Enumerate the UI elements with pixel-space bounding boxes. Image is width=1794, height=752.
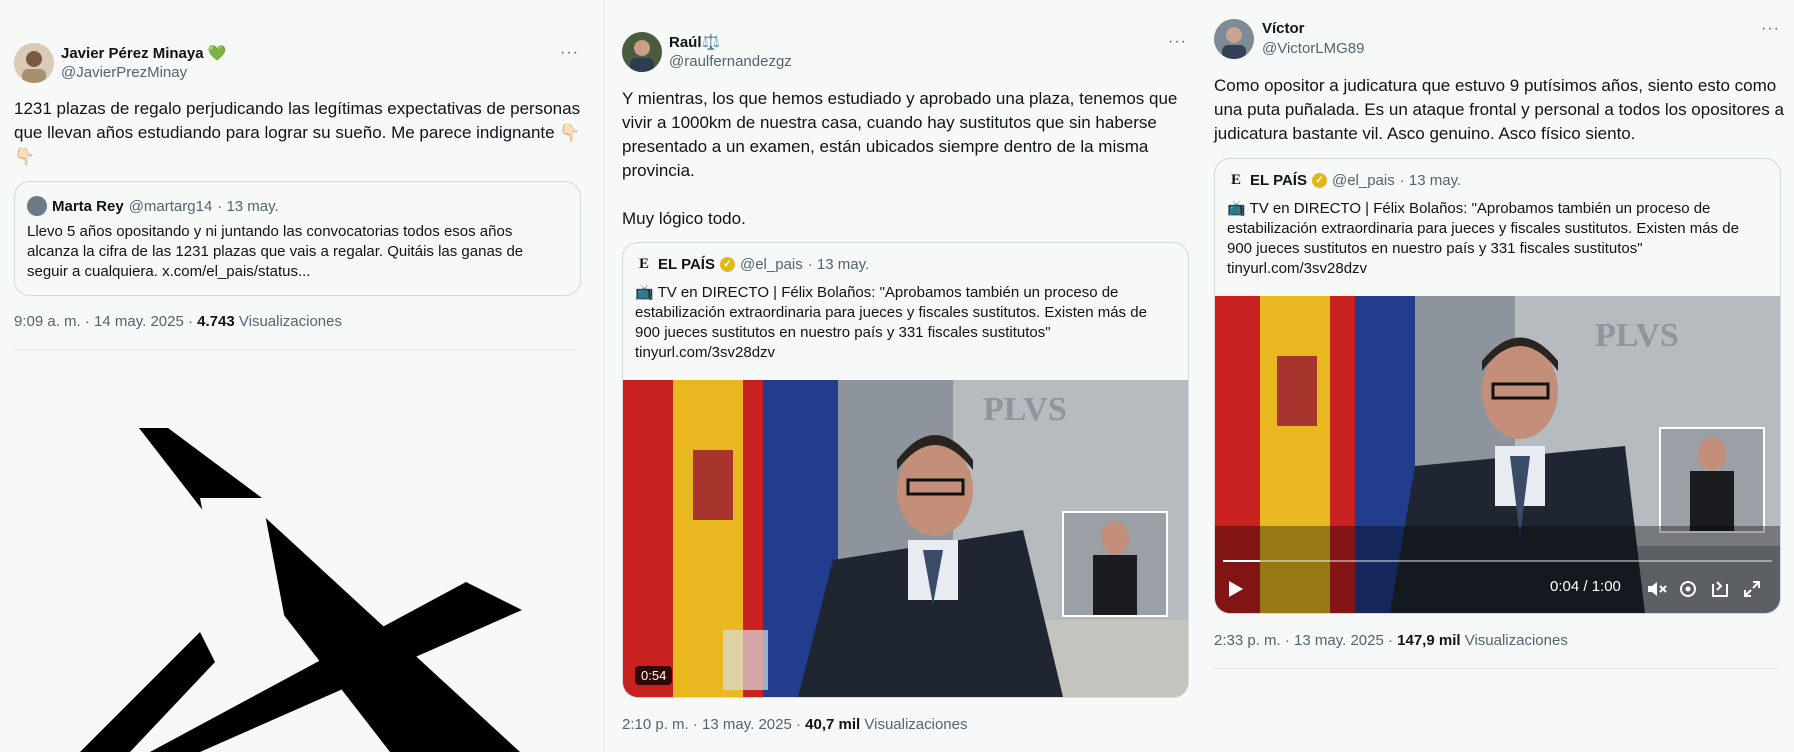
tweet-metadata: 2:33 p. m. · 13 may. 2025 · 147,9 mil Vi… (1214, 632, 1568, 649)
fullscreen-button[interactable] (1742, 579, 1762, 604)
fullscreen-icon (1744, 581, 1760, 597)
divider (1214, 668, 1779, 669)
el-pais-logo-icon: E (1230, 171, 1241, 188)
video-thumbnail: PLVS (623, 380, 1188, 697)
settings-button[interactable] (1678, 579, 1698, 604)
tweet-text: Como opositor a judicatura que estuvo 9 … (1214, 76, 1784, 143)
video-time: 0:04 / 1:00 (1550, 578, 1621, 595)
mute-button[interactable] (1646, 579, 1668, 604)
author-handle[interactable]: @raulfernandezgz (669, 53, 792, 70)
tweet-column-3: Víctor @VictorLMG89 ··· Como opositor a … (1210, 0, 1794, 752)
quoted-tweet[interactable]: E EL PAÍS ✓ @el_pais · 13 may. 📺 TV en D… (1214, 158, 1781, 614)
avatar-image (1214, 19, 1254, 59)
quoted-author-handle: @el_pais (739, 255, 803, 273)
quoted-date: · 13 may. (807, 255, 870, 273)
verified-gold-badge-icon: ✓ (719, 256, 735, 272)
more-options-icon[interactable]: ··· (1168, 33, 1187, 51)
video-progress-fill (1223, 560, 1260, 562)
quoted-author-handle: @el_pais (1331, 171, 1395, 189)
x-logo-icon (80, 428, 522, 752)
avatar[interactable] (622, 32, 662, 72)
svg-text:PLVS: PLVS (1595, 317, 1679, 354)
quoted-tweet-header: E EL PAÍS ✓ @el_pais · 13 may. (635, 255, 869, 273)
avatar[interactable] (1214, 19, 1254, 59)
quoted-tweet[interactable]: E EL PAÍS ✓ @el_pais · 13 may. 📺 TV en D… (622, 242, 1189, 698)
video-frame: PLVS (1215, 296, 1780, 613)
tweet-text-paragraph-1: Y mientras, los que hemos estudiado y ap… (622, 89, 1178, 180)
avatar-image (622, 32, 662, 72)
settings-icon (1680, 581, 1696, 597)
quoted-author-name: EL PAÍS (658, 255, 715, 273)
views-count: 40,7 mil (805, 716, 861, 733)
quoted-author-handle: @martarg14 (128, 197, 213, 215)
play-icon (1229, 581, 1243, 597)
play-button[interactable] (1227, 579, 1245, 604)
quoted-date: · 13 may. (1399, 171, 1462, 189)
green-heart-icon: 💚 (207, 45, 227, 62)
quoted-author-name: Marta Rey (52, 197, 124, 215)
quoted-tweet-text: 📺 TV en DIRECTO | Félix Bolaños: "Aproba… (635, 284, 1147, 361)
tweet-column-1: Javier Pérez Minaya 💚 @JavierPrezMinay ·… (0, 0, 603, 752)
video-duration: 0:54 (635, 666, 673, 685)
video-player[interactable]: PLVS 0:04 / 1:00 (1215, 296, 1780, 613)
scales-icon: ⚖️ (701, 34, 721, 51)
quoted-tweet-text: 📺 TV en DIRECTO | Félix Bolaños: "Aproba… (1227, 200, 1739, 277)
quoted-tweet-header: Marta Rey @martarg14 · 13 may. (27, 196, 279, 216)
quoted-tweet[interactable]: Marta Rey @martarg14 · 13 may. Llevo 5 a… (14, 181, 581, 296)
divider (14, 349, 579, 350)
video-player[interactable]: PLVS 0:54 (623, 380, 1188, 697)
tweet-text: 1231 plazas de regalo perjudicando las l… (14, 99, 581, 166)
author-name[interactable]: Javier Pérez Minaya 💚 (61, 44, 226, 62)
avatar[interactable] (14, 43, 54, 83)
video-progress-track[interactable] (1223, 560, 1772, 562)
views-label[interactable]: Visualizaciones (864, 716, 967, 733)
author-name-text[interactable]: Raúl (669, 34, 702, 51)
timestamp[interactable]: 2:33 p. m. · 13 may. 2025 · (1214, 632, 1397, 649)
svg-text:PLVS: PLVS (983, 391, 1067, 428)
avatar-image (14, 43, 54, 83)
author-name[interactable]: Raúl⚖️ (669, 33, 720, 51)
quoted-tweet-header: E EL PAÍS ✓ @el_pais · 13 may. (1227, 171, 1461, 189)
tweet-metadata: 2:10 p. m. · 13 may. 2025 · 40,7 mil Vis… (622, 716, 968, 733)
author-name-text[interactable]: Javier Pérez Minaya (61, 45, 204, 62)
views-count: 147,9 mil (1397, 632, 1461, 649)
dock-icon (1712, 581, 1728, 597)
views-label[interactable]: Visualizaciones (1465, 632, 1568, 649)
author-handle[interactable]: @VictorLMG89 (1262, 40, 1365, 57)
tweet-text-paragraph-2: Muy lógico todo. (622, 209, 746, 228)
more-options-icon[interactable]: ··· (560, 44, 579, 62)
quoted-author-name: EL PAÍS (1250, 171, 1307, 189)
verified-gold-badge-icon: ✓ (1311, 172, 1327, 188)
quoted-date: · 13 may. (217, 197, 279, 215)
timestamp[interactable]: 2:10 p. m. · 13 may. 2025 · (622, 716, 805, 733)
tweet-column-2: Raúl⚖️ @raulfernandezgz ··· Y mientras, … (604, 0, 1209, 752)
author-name[interactable]: Víctor (1262, 20, 1305, 37)
views-count: 4.743 (197, 313, 235, 330)
views-label[interactable]: Visualizaciones (239, 313, 342, 330)
el-pais-logo-icon: E (638, 255, 649, 272)
timestamp[interactable]: 9:09 a. m. · 14 may. 2025 · (14, 313, 197, 330)
dock-button[interactable] (1710, 579, 1730, 604)
mute-icon (1648, 582, 1667, 596)
tweet-text: Y mientras, los que hemos estudiado y ap… (622, 87, 1192, 231)
tweet-metadata: 9:09 a. m. · 14 may. 2025 · 4.743 Visual… (14, 313, 342, 330)
quoted-tweet-text: Llevo 5 años opositando y ni juntando la… (27, 223, 524, 280)
more-options-icon[interactable]: ··· (1761, 20, 1780, 38)
author-handle[interactable]: @JavierPrezMinay (61, 64, 187, 81)
quoted-avatar (27, 196, 47, 216)
